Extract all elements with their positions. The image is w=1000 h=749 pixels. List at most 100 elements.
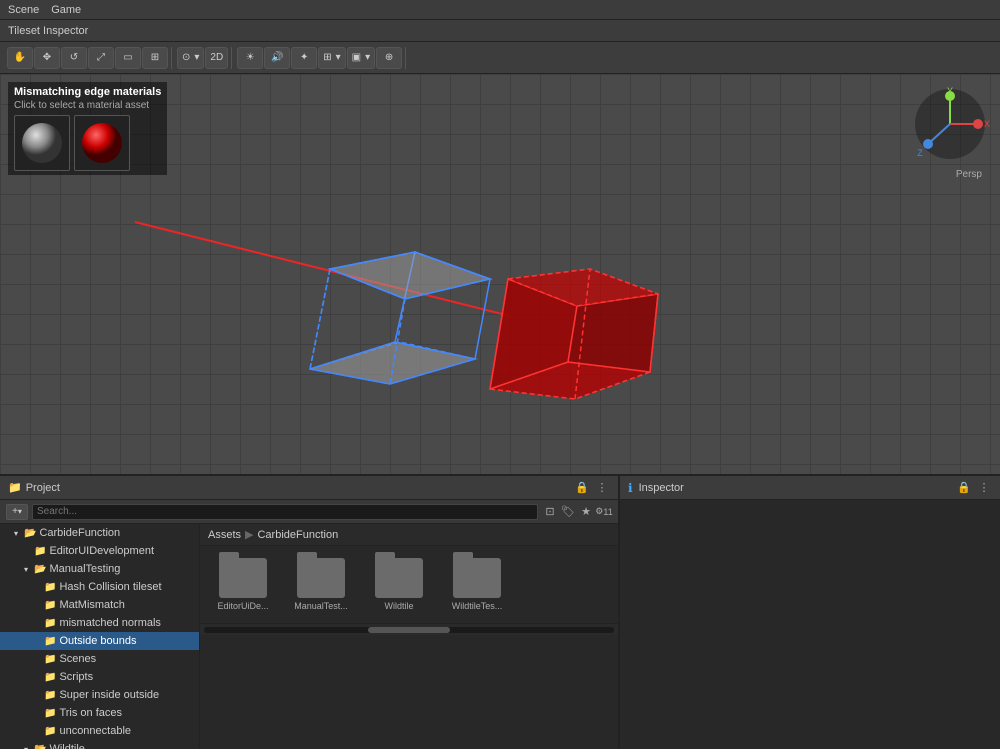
tree-item-label: MatMismatch [59, 599, 124, 611]
project-panel: 📁 Project 🔒 ⋮ + ▾ ⊡ 🏷 ★ ⚙ 11 [0, 476, 620, 749]
tree-item-label: Hash Collision tileset [59, 581, 161, 593]
search-icons: ⊡ 🏷 ★ ⚙ 11 [542, 504, 612, 520]
file-item-wildtiletest[interactable]: WildtileTes... [442, 554, 512, 615]
project-tab[interactable]: 📁 Project [8, 481, 60, 494]
panel-options-btn[interactable]: ⋮ [594, 480, 610, 496]
toolbar-btn-rect[interactable]: ▭ [115, 47, 141, 69]
toolbar-display-dropdown[interactable]: ▣▾ [347, 47, 375, 69]
inspector-header-icons: 🔒 ⋮ [956, 480, 992, 496]
tree-item-label: Tris on faces [59, 707, 122, 719]
inspector-options-btn[interactable]: ⋮ [976, 480, 992, 496]
folder-icon: 📁 [44, 618, 56, 629]
game-tab[interactable]: Game [51, 4, 81, 16]
persp-label: Persp [956, 169, 982, 180]
tree-item-superinsideoutside[interactable]: 📁 Super inside outside [0, 686, 199, 704]
toolbar-btn-move[interactable]: ✥ [34, 47, 60, 69]
file-item-label-manualtesting: ManualTest... [294, 601, 348, 611]
svg-text:Y: Y [947, 86, 953, 96]
tree-item-outsidebounds[interactable]: 📁 Outside bounds [0, 632, 199, 650]
search-params-btn[interactable]: ⚙ 11 [596, 504, 612, 520]
folder-icon-wildtile [375, 558, 423, 598]
tree-item-wildtile[interactable]: ▾ 📂 Wildtile [0, 740, 199, 749]
folder-icon: 📁 [44, 690, 56, 701]
file-count-badge: 11 [603, 507, 612, 517]
folder-icon-manualtesting [297, 558, 345, 598]
project-tab-label: Project [26, 482, 60, 494]
inspector-panel: ℹ Inspector 🔒 ⋮ [620, 476, 1000, 749]
tree-item-hashcollision[interactable]: 📁 Hash Collision tileset [0, 578, 199, 596]
tree-panel[interactable]: ▾ 📂 CarbideFunction 📁 EditorUIDevelopmen… [0, 524, 200, 749]
folder-icon: 📁 [34, 546, 46, 557]
tree-arrow: ▾ [24, 745, 34, 749]
tree-arrow: ▾ [24, 565, 34, 574]
search-filter-btn[interactable]: ⊡ [542, 504, 558, 520]
inspector-tab-label: Inspector [639, 482, 684, 494]
tree-item-matmismatch[interactable]: 📁 MatMismatch [0, 596, 199, 614]
viewport-area: Mismatching edge materials Click to sele… [0, 74, 1000, 474]
tree-item-label: Outside bounds [59, 635, 136, 647]
search-input[interactable] [32, 504, 538, 520]
pivot-arrow: ▾ [194, 52, 199, 63]
toolbar-group-transform: ✋ ✥ ↺ ⤢ ▭ ⊞ [4, 47, 172, 69]
file-browser: Assets ▶ CarbideFunction EditorUiDe... M… [200, 524, 618, 749]
toolbar-btn-audio[interactable]: 🔊 [264, 47, 290, 69]
tree-item-label: Wildtile [49, 743, 84, 749]
toolbar-pivot-dropdown[interactable]: ⊙ ▾ [177, 47, 204, 69]
file-item-wildtile[interactable]: Wildtile [364, 554, 434, 615]
tree-item-manualtesting[interactable]: ▾ 📂 ManualTesting [0, 560, 199, 578]
tree-item-unconnectable[interactable]: 📁 unconnectable [0, 722, 199, 740]
tree-item-label: Scripts [59, 671, 93, 683]
tree-item-scripts[interactable]: 📁 Scripts [0, 668, 199, 686]
inspector-content [620, 500, 1000, 749]
file-item-editorui[interactable]: EditorUiDe... [208, 554, 278, 615]
breadcrumb-text: Tileset Inspector [8, 25, 88, 37]
folder-icon: 📁 [44, 726, 56, 737]
folder-icon: 📂 [24, 528, 36, 539]
file-item-manualtesting[interactable]: ManualTest... [286, 554, 356, 615]
file-item-label-wildtile: Wildtile [384, 601, 413, 611]
folder-icon: 📁 [44, 600, 56, 611]
project-panel-header-icons: 🔒 ⋮ [574, 480, 610, 496]
folder-icon: 📁 [44, 582, 56, 593]
tree-item-label: ManualTesting [49, 563, 120, 575]
toolbar-btn-light[interactable]: ☀ [237, 47, 263, 69]
file-browser-scrollbar[interactable] [200, 623, 618, 635]
lock-btn[interactable]: 🔒 [574, 480, 590, 496]
path-carbidefunction[interactable]: CarbideFunction [257, 529, 338, 541]
tree-item-trisOnFaces[interactable]: 📁 Tris on faces [0, 704, 199, 722]
breadcrumb-bar: Tileset Inspector [0, 20, 1000, 42]
toolbar-btn-gizmos[interactable]: ⊕ [376, 47, 402, 69]
bottom-panel: 📁 Project 🔒 ⋮ + ▾ ⊡ 🏷 ★ ⚙ 11 [0, 474, 1000, 749]
toolbar-layers-dropdown[interactable]: ⊞▾ [318, 47, 345, 69]
path-assets[interactable]: Assets [208, 529, 241, 541]
folder-icon: 📁 [44, 672, 56, 683]
folder-icon: 📁 [44, 636, 56, 647]
toolbar-btn-rotate[interactable]: ↺ [61, 47, 87, 69]
toolbar-btn-hand[interactable]: ✋ [7, 47, 33, 69]
pivot-icon: ⊙ [182, 52, 190, 63]
folder-icon: 📂 [34, 744, 46, 749]
project-content: ▾ 📂 CarbideFunction 📁 EditorUIDevelopmen… [0, 524, 618, 749]
scene-tab[interactable]: Scene [8, 4, 39, 16]
project-panel-header: 📁 Project 🔒 ⋮ [0, 476, 618, 500]
tree-item-editorui[interactable]: 📁 EditorUIDevelopment [0, 542, 199, 560]
tree-item-label: mismatched normals [59, 617, 160, 629]
tree-item-carbidefunction[interactable]: ▾ 📂 CarbideFunction [0, 524, 199, 542]
tree-item-label: EditorUIDevelopment [49, 545, 154, 557]
inspector-info-icon: ℹ [628, 481, 633, 495]
toolbar-btn-transform[interactable]: ⊞ [142, 47, 168, 69]
inspector-panel-header: ℹ Inspector 🔒 ⋮ [620, 476, 1000, 500]
tree-item-scenes[interactable]: 📁 Scenes [0, 650, 199, 668]
add-button[interactable]: + ▾ [6, 504, 28, 520]
svg-text:Z: Z [917, 148, 923, 158]
toolbar-2d-btn[interactable]: 2D [205, 47, 228, 69]
search-star-btn[interactable]: ★ [578, 504, 594, 520]
toolbar-btn-effects[interactable]: ✦ [291, 47, 317, 69]
inspector-lock-btn[interactable]: 🔒 [956, 480, 972, 496]
toolbar-btn-scale[interactable]: ⤢ [88, 47, 114, 69]
file-path: Assets ▶ CarbideFunction [200, 524, 618, 546]
scrollbar-thumb[interactable] [368, 627, 450, 633]
axis-indicator: Y X Z [910, 84, 990, 164]
search-label-btn[interactable]: 🏷 [560, 504, 576, 520]
tree-item-mismatchednormals[interactable]: 📁 mismatched normals [0, 614, 199, 632]
